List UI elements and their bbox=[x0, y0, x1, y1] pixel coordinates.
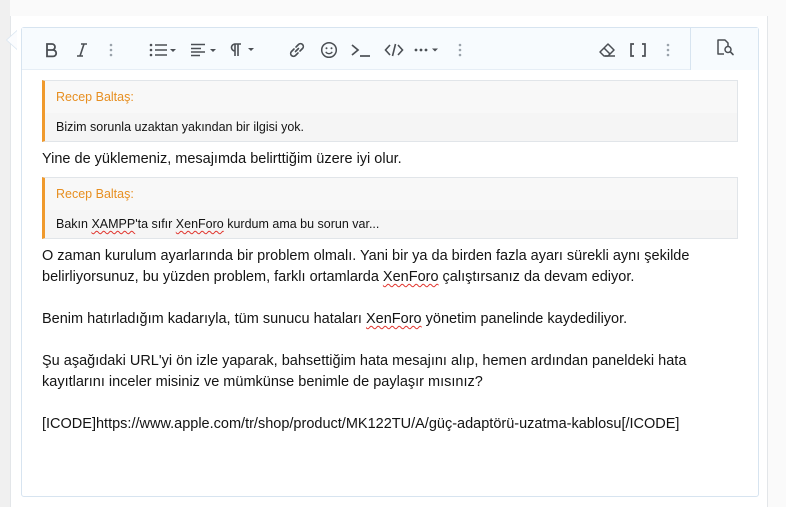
more-text-options-button[interactable] bbox=[106, 37, 116, 63]
more-options-right-button[interactable] bbox=[663, 37, 673, 63]
misspelled-word[interactable]: XenForo bbox=[176, 217, 224, 231]
preview-button[interactable] bbox=[690, 28, 758, 70]
italic-button[interactable] bbox=[74, 37, 90, 63]
reply-text: Yine de yüklemeniz, mesajımda belirttiği… bbox=[42, 151, 402, 167]
inline-code-button[interactable] bbox=[383, 37, 405, 63]
page-background-strip bbox=[0, 0, 10, 507]
quote-text: Bakın bbox=[56, 217, 92, 231]
editor-toolbar bbox=[22, 28, 758, 70]
code-button[interactable] bbox=[349, 37, 373, 63]
quote-author[interactable]: Recep Baltaş: bbox=[45, 178, 737, 210]
paragraph-line: Şu aşağıdaki URL'yi ön izle yaparak, bah… bbox=[42, 353, 687, 369]
list-icon bbox=[149, 43, 177, 57]
misspelled-word[interactable]: XenForo bbox=[383, 269, 439, 285]
link-button[interactable] bbox=[288, 37, 306, 63]
paragraph-line: kayıtlarını inceler misiniz ve mümkünse … bbox=[42, 374, 483, 390]
eraser-icon bbox=[598, 42, 616, 58]
insert-more-button[interactable] bbox=[414, 37, 442, 63]
avatar-pointer-arrow bbox=[6, 30, 17, 50]
list-button[interactable] bbox=[148, 37, 178, 63]
paragraph: Benim hatırladığım kadarıyla, tüm sunucu… bbox=[42, 309, 740, 330]
quote-block: Recep Baltaş: Bakın XAMPP'ta sıfır XenFo… bbox=[42, 177, 738, 239]
more-options-button[interactable] bbox=[455, 37, 465, 63]
misspelled-word[interactable]: XenForo bbox=[366, 311, 422, 327]
align-left-icon bbox=[190, 43, 218, 57]
quote-body: Bakın XAMPP'ta sıfır XenForo kurdum ama … bbox=[45, 210, 737, 238]
paragraph-button[interactable] bbox=[228, 37, 258, 63]
text-span: çalıştırsanız da devam ediyor. bbox=[438, 269, 635, 285]
bold-icon bbox=[44, 42, 58, 58]
toggle-bbcode-button[interactable] bbox=[628, 37, 648, 63]
brackets-icon bbox=[629, 42, 647, 58]
quote-block: Recep Baltaş: Bizim sorunla uzaktan yakı… bbox=[42, 80, 738, 142]
terminal-icon bbox=[350, 42, 372, 58]
preview-search-icon bbox=[715, 38, 735, 61]
icode-paragraph: [ICODE]https://www.apple.com/tr/shop/pro… bbox=[42, 416, 680, 432]
smile-icon bbox=[320, 41, 338, 59]
editor-content[interactable]: Recep Baltaş: Bizim sorunla uzaktan yakı… bbox=[42, 80, 740, 435]
code-icon bbox=[384, 42, 404, 58]
italic-icon bbox=[76, 42, 88, 58]
quote-author[interactable]: Recep Baltaş: bbox=[45, 81, 737, 113]
text-span: belirliyorsunuz, bu yüzden problem, fark… bbox=[42, 269, 383, 285]
paragraph-line: O zaman kurulum ayarlarında bir problem … bbox=[42, 248, 690, 264]
quote-body: Bizim sorunla uzaktan yakından bir ilgis… bbox=[56, 120, 305, 134]
quote-text: kurdum ama bu sorun var... bbox=[223, 217, 380, 231]
bold-button[interactable] bbox=[42, 37, 60, 63]
rich-text-editor[interactable]: Recep Baltaş: Bizim sorunla uzaktan yakı… bbox=[21, 27, 759, 497]
more-vertical-icon bbox=[666, 43, 670, 57]
paragraph: O zaman kurulum ayarlarında bir problem … bbox=[42, 246, 740, 288]
more-vertical-icon bbox=[458, 43, 462, 57]
align-button[interactable] bbox=[189, 37, 219, 63]
more-horizontal-icon bbox=[414, 45, 442, 55]
text-span: Benim hatırladığım kadarıyla, tüm sunucu… bbox=[42, 311, 366, 327]
quote-text: 'ta sıfır bbox=[135, 217, 176, 231]
misspelled-word[interactable]: XAMPP bbox=[91, 217, 135, 231]
text-span: yönetim panelinde kaydediliyor. bbox=[421, 311, 628, 327]
paragraph-icon bbox=[229, 42, 257, 58]
paragraph-line: belirliyorsunuz, bu yüzden problem, fark… bbox=[42, 267, 740, 288]
more-vertical-icon bbox=[109, 43, 113, 57]
smilie-button[interactable] bbox=[320, 37, 338, 63]
paragraph: Şu aşağıdaki URL'yi ön izle yaparak, bah… bbox=[42, 351, 740, 393]
remove-format-button[interactable] bbox=[597, 37, 617, 63]
link-icon bbox=[288, 41, 306, 59]
